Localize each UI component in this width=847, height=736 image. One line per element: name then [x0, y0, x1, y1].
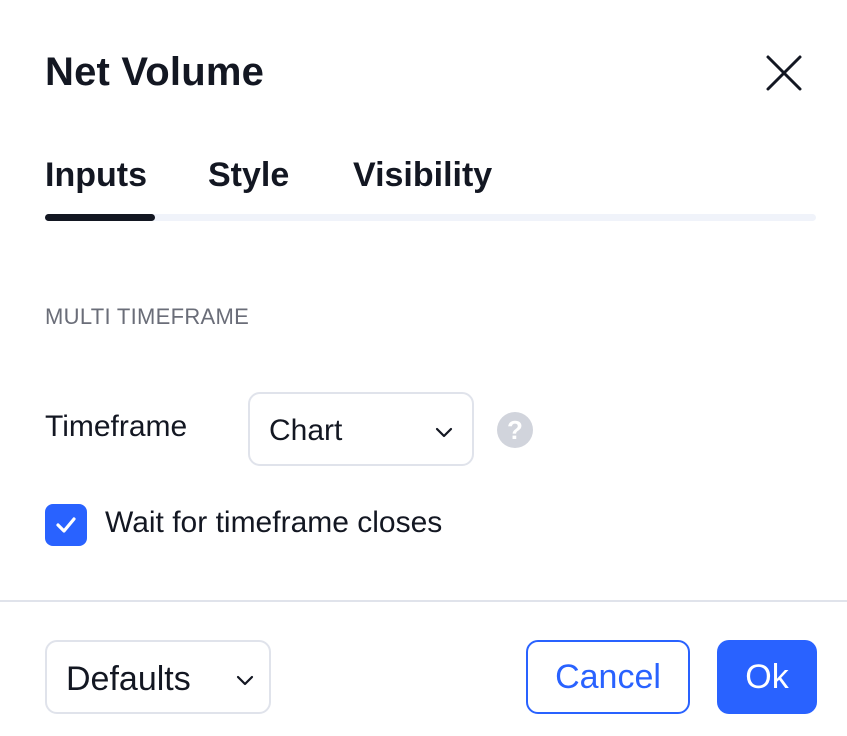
indicator-settings-dialog: Net Volume Inputs Style Visibility MULTI…: [0, 0, 847, 736]
tab-track: [45, 214, 816, 221]
close-icon: [766, 55, 802, 91]
section-title-multi-timeframe: MULTI TIMEFRAME: [45, 304, 250, 329]
question-icon[interactable]: ?: [497, 412, 533, 448]
dialog-title: Net Volume: [45, 50, 265, 94]
timeframe-label: Timeframe: [45, 410, 188, 443]
footer-divider: [0, 600, 847, 602]
defaults-dropdown[interactable]: Defaults: [45, 640, 271, 714]
chevron-down-icon: [435, 427, 453, 438]
tab-inputs[interactable]: Inputs: [45, 156, 147, 195]
timeframe-select[interactable]: Chart: [248, 392, 474, 466]
chevron-down-icon: [236, 675, 254, 686]
wait-for-closes-label[interactable]: Wait for timeframe closes: [105, 506, 442, 540]
defaults-label: Defaults: [66, 660, 191, 698]
timeframe-select-value: Chart: [269, 414, 343, 447]
close-button[interactable]: [761, 50, 807, 96]
cancel-button[interactable]: Cancel: [526, 640, 690, 714]
checkmark-icon: [56, 517, 76, 533]
ok-button[interactable]: Ok: [717, 640, 817, 714]
wait-for-closes-checkbox[interactable]: [45, 504, 87, 546]
active-tab-indicator: [45, 214, 155, 221]
tab-bar: Inputs Style Visibility: [45, 156, 816, 226]
tab-visibility[interactable]: Visibility: [353, 156, 492, 195]
tab-style[interactable]: Style: [208, 156, 289, 195]
